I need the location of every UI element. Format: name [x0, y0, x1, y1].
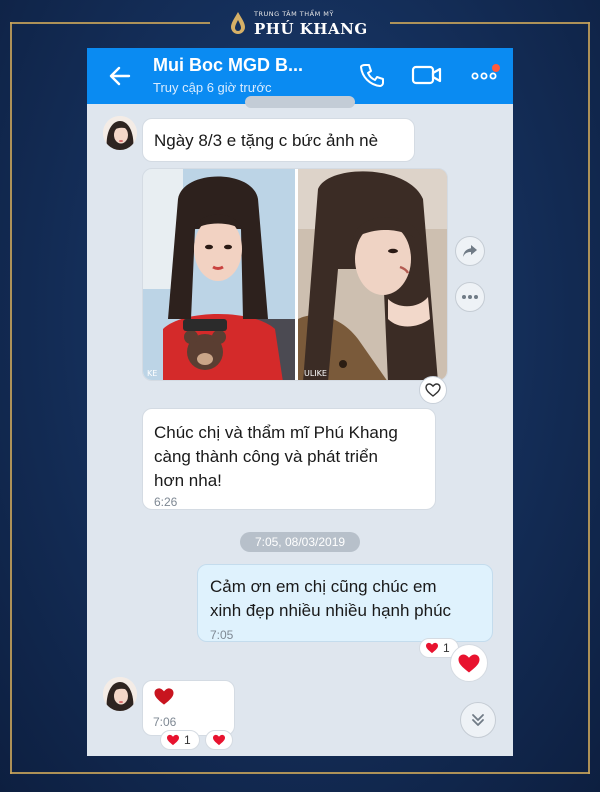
more-dots-icon [462, 295, 478, 299]
frame-line-bottom [10, 772, 590, 774]
chat-screen: Mui Boc MGD B... Truy cập 6 giờ trước Ng… [87, 48, 513, 756]
message-text: Ngày 8/3 e tặng c bức ảnh nè [154, 131, 379, 150]
scroll-to-bottom-button[interactable] [460, 702, 496, 738]
date-separator: 7:05, 08/03/2019 [240, 532, 360, 552]
reaction-heart-button[interactable] [450, 644, 488, 682]
brand-drop-icon [231, 12, 245, 34]
brand-logo-block: TRUNG TÂM THẨM MỸ PHÚ KHANG [228, 4, 368, 44]
frame-line-top-right [390, 22, 590, 24]
message-text-line: Cảm ơn em chị cũng chúc em [210, 577, 437, 596]
avatar[interactable] [103, 116, 137, 150]
heart-outline-icon [425, 383, 441, 397]
message-text-line: xinh đẹp nhiều nhiều hạnh phúc [210, 601, 452, 620]
message-text-line: hơn nha! [154, 471, 222, 490]
heart-icon [426, 642, 438, 654]
frame-line-top-left [10, 22, 210, 24]
brand-name: PHÚ KHANG [254, 20, 368, 38]
heart-icon [458, 654, 480, 672]
share-icon [463, 245, 477, 257]
reaction-count: 1 [443, 641, 450, 655]
heart-icon [154, 688, 174, 705]
photo-thumbnail[interactable]: ULIKE [298, 169, 447, 380]
notification-dot [492, 64, 500, 72]
phone-icon[interactable] [359, 62, 385, 88]
react-heart-button[interactable] [205, 730, 233, 750]
last-seen-status: Truy cập 6 giờ trước [153, 80, 272, 95]
chat-title[interactable]: Mui Boc MGD B... [153, 55, 303, 76]
sent-message-bubble[interactable]: Cảm ơn em chị cũng chúc em xinh đẹp nhiề… [197, 564, 493, 642]
avatar[interactable] [103, 677, 137, 711]
message-time: 6:26 [154, 495, 178, 509]
message-bubble[interactable]: Ngày 8/3 e tặng c bức ảnh nè [142, 118, 415, 162]
frame-line-right [588, 22, 590, 774]
message-text-line: càng thành công và phát triển [154, 447, 378, 466]
reaction-chip[interactable]: 1 [160, 730, 200, 750]
message-text-line: Chúc chị và thẩm mĩ Phú Khang [154, 423, 398, 442]
photo-watermark: ULIKE [304, 369, 327, 378]
chevron-double-down-icon [472, 714, 484, 726]
share-button[interactable] [455, 236, 485, 266]
brand-subtitle: TRUNG TÂM THẨM MỸ [254, 10, 334, 18]
message-bubble[interactable]: Chúc chị và thẩm mĩ Phú Khang càng thành… [142, 408, 436, 510]
message-time: 7:06 [153, 715, 177, 729]
video-camera-icon[interactable] [411, 62, 443, 88]
reaction-count: 1 [184, 733, 191, 747]
heart-icon [167, 734, 179, 746]
message-bubble[interactable]: 7:06 [142, 680, 235, 736]
heart-icon [213, 734, 225, 746]
react-heart-button[interactable] [419, 376, 447, 404]
arrow-left-icon[interactable] [107, 63, 133, 89]
photo-thumbnail[interactable]: KE [143, 169, 295, 380]
photo-message[interactable]: KE ULIKE [142, 168, 448, 381]
top-date-pill [245, 96, 355, 108]
photo-watermark: KE [147, 369, 157, 378]
message-more-button[interactable] [455, 282, 485, 312]
frame-line-left [10, 22, 12, 774]
